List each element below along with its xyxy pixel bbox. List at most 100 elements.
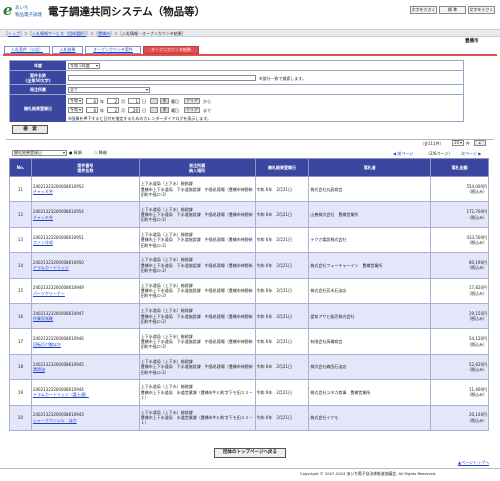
row-amount: 11,400円 （税込み） <box>430 379 489 406</box>
breadcrumb-service[interactable]: 入札情報サービス（団体選択） <box>32 31 86 36</box>
row-date: 令和 6年 2月21日 <box>254 175 310 203</box>
case-id: 24021323200008610951 <box>32 234 84 240</box>
row-date: 令和 6年 2月21日 <box>254 226 310 254</box>
to-weekday: 木 <box>160 107 169 113</box>
to-label: まで <box>203 108 211 113</box>
breadcrumb-top[interactable]: トップ <box>8 31 20 36</box>
from-day-input[interactable]: 1 <box>128 98 140 104</box>
header-dept: 発注所属 納入場所 <box>138 158 256 177</box>
table-row: 16 24021323200008610947 作業用長靴 上下水道局（上下水）総務課… <box>9 302 489 330</box>
table-row: 15 24021323200008610949 パーツクリーナー 上下水道局（上下水）… <box>9 277 489 304</box>
case-name-link[interactable]: パーツクリーナー <box>33 291 65 296</box>
dept-select[interactable]: 全て <box>68 87 150 93</box>
case-name-link[interactable]: 作業用長靴 <box>33 316 53 321</box>
to-month-input[interactable]: 2 <box>107 107 119 113</box>
to-month-value: 2 <box>114 108 117 113</box>
row-no: 17 <box>9 328 32 355</box>
delivery-place: 豊橋市上下水道局 下水道施設課 中島処理場（豊橋市神野新田町中島ロ-2） <box>140 211 253 223</box>
page-top-link[interactable]: ▲ページトップへ <box>458 460 489 466</box>
sort-desc-label: 降順 <box>98 150 107 155</box>
case-name-link[interactable]: シャープペンシル ほか <box>33 418 77 423</box>
tab-open-counter-case[interactable]: オープンカウンタ案件 <box>85 46 141 54</box>
from-month-input[interactable]: 2 <box>107 98 119 104</box>
font-standard-button[interactable]: 標 準 <box>439 6 466 14</box>
per-page-select[interactable]: 20 <box>452 140 464 146</box>
row-amount: 172,700円 （税込み） <box>430 201 489 228</box>
calendar-note: ※画像を押下すると日付を指定するためのカレンダーダイアログを表示します。 <box>68 116 211 121</box>
dept-name: 上下水道局（上下水）総務課 <box>140 384 193 390</box>
to-calendar-icon[interactable] <box>150 107 158 113</box>
page-top-label: ページトップへ <box>461 460 489 465</box>
sort-asc-radio[interactable]: ● 昇順 <box>69 150 82 156</box>
case-name-link[interactable]: 回転灯付腕ほか <box>33 342 61 347</box>
breadcrumb: ［トップ］＞［入札情報サービス（団体選択）］＞［豊橋市］＞［入札情報・オープンカ… <box>0 29 500 37</box>
system-title: 電子調達共同システム（物品等） <box>48 6 206 18</box>
row-dept: 上下水道局（上下水）総務課 豊橋市上下水道局 下水道施設課 中島処理場（豊橋市神野… <box>138 328 256 355</box>
prev-page-label: 前ページ <box>397 151 414 156</box>
row-winner: 愛知アサヒ販売株式会社 <box>308 302 432 330</box>
from-era-select[interactable]: 令和 <box>68 98 83 104</box>
row-date: 令和 6年 2月21日 <box>254 277 310 304</box>
to-year-value: 6 <box>93 108 96 113</box>
tab-underline <box>3 54 497 56</box>
row-winner: 株式会社芳木石油店 <box>308 277 432 304</box>
row-dept: 上下水道局（上下水）総務課 豊橋市上下水道局 下水道施設課 中島処理場（豊橋市神野… <box>138 201 256 228</box>
nendo-select[interactable]: 令和 5年度 <box>68 63 100 69</box>
row-no: 13 <box>9 226 32 254</box>
from-day-unit: 日 <box>142 99 146 104</box>
amount-tax: （税込み） <box>467 239 487 245</box>
case-id: 24021323200008610954 <box>32 209 84 215</box>
row-dept: 上下水道局（上下水）総務課 豊橋市上下水道局 下水道施設課 中島処理場（豊橋市神野… <box>138 277 256 304</box>
search-button[interactable]: 検 索 <box>12 125 48 134</box>
from-month-unit: 月 <box>121 99 125 104</box>
amount-value: 52,620円 <box>469 361 487 367</box>
row-no: 11 <box>9 175 32 203</box>
breadcrumb-org[interactable]: 豊橋市 <box>98 31 110 36</box>
row-dept: 上下水道局（上下水）総務課 豊橋市上下水道局 下水道施設課 中島処理場（豊橋市神野… <box>138 226 256 254</box>
row-date: 令和 6年 2月21日 <box>254 302 310 330</box>
tab-bid-notice[interactable]: 入札案件（公告） <box>4 46 50 54</box>
from-clear-button[interactable]: クリア <box>184 98 200 104</box>
sort-desc-radio[interactable]: ○ 降順 <box>94 150 107 156</box>
to-era-select[interactable]: 令和 <box>68 107 83 113</box>
case-name-link[interactable]: 潤滑油 <box>33 367 45 372</box>
from-calendar-icon[interactable] <box>150 98 158 104</box>
to-month-unit: 月 <box>121 108 125 113</box>
org-name: 豊橋市 <box>465 39 479 44</box>
row-no: 12 <box>9 201 32 228</box>
from-year-input[interactable]: 6 <box>86 98 98 104</box>
case-name-link[interactable]: チャッキ弁 <box>33 189 53 194</box>
to-day-input[interactable]: 29 <box>128 107 140 113</box>
font-large-button[interactable]: 文字を大きく <box>410 6 437 14</box>
back-to-org-top-button[interactable]: 団体のトップページへ戻る <box>214 448 286 458</box>
font-small-button[interactable]: 文字を小さく <box>468 6 495 14</box>
delivery-place: 豊橋市上下水道局 水道営業課（豊橋市牛川町字下モ田２３－１） <box>140 389 253 400</box>
row-date: 令和 6年 2月21日 <box>254 404 310 431</box>
delivery-place: 豊橋市上下水道局 下水道施設課 中島処理場（豊橋市神野新田町中島ロ-2） <box>140 364 253 375</box>
amount-value: 54,120円 <box>469 336 487 342</box>
amount-tax: （税込み） <box>467 265 487 271</box>
prev-page-link[interactable]: ◀ 前ページ <box>393 151 413 157</box>
logo-sub-text: 物品電子調達 <box>15 13 42 18</box>
per-page-apply-button[interactable]: ▸ <box>474 140 486 146</box>
header-amount: 落札金額 <box>430 158 489 177</box>
row-case: 24021323200008610944 ドラムカートリッジ（富士通） <box>30 379 140 406</box>
case-name-link[interactable]: ドラムカートリッジ（富士通） <box>33 392 89 397</box>
case-name-link[interactable]: ファン冷却 <box>33 240 53 245</box>
case-name-input[interactable] <box>68 75 256 81</box>
row-amount: 20,140円 （税込み） <box>430 404 489 431</box>
tab-open-counter-result[interactable]: オープンカウンタ結果 <box>143 46 199 54</box>
breadcrumb-current: 入札情報・オープンカウンタ結果 <box>122 31 182 36</box>
tab-bid-result[interactable]: 入札結果 <box>52 46 83 54</box>
case-name-link[interactable]: ドラムカートリッジ <box>33 265 69 270</box>
total-count-value: 全111件 <box>424 141 440 146</box>
from-month-value: 2 <box>114 99 117 104</box>
to-clear-button[interactable]: クリア <box>184 107 200 113</box>
next-page-link[interactable]: 次ページ ▶ <box>461 151 481 157</box>
to-year-input[interactable]: 6 <box>86 107 98 113</box>
amount-tax: （税込み） <box>467 417 487 423</box>
case-name-link[interactable]: チャッキ弁 <box>33 215 53 220</box>
table-row: 20 24021323200008610943 シャープペンシル ほか 上下水道局（上… <box>9 404 489 431</box>
row-no: 20 <box>9 404 32 431</box>
sort-select[interactable]: 開札結果登録日 <box>12 150 67 156</box>
